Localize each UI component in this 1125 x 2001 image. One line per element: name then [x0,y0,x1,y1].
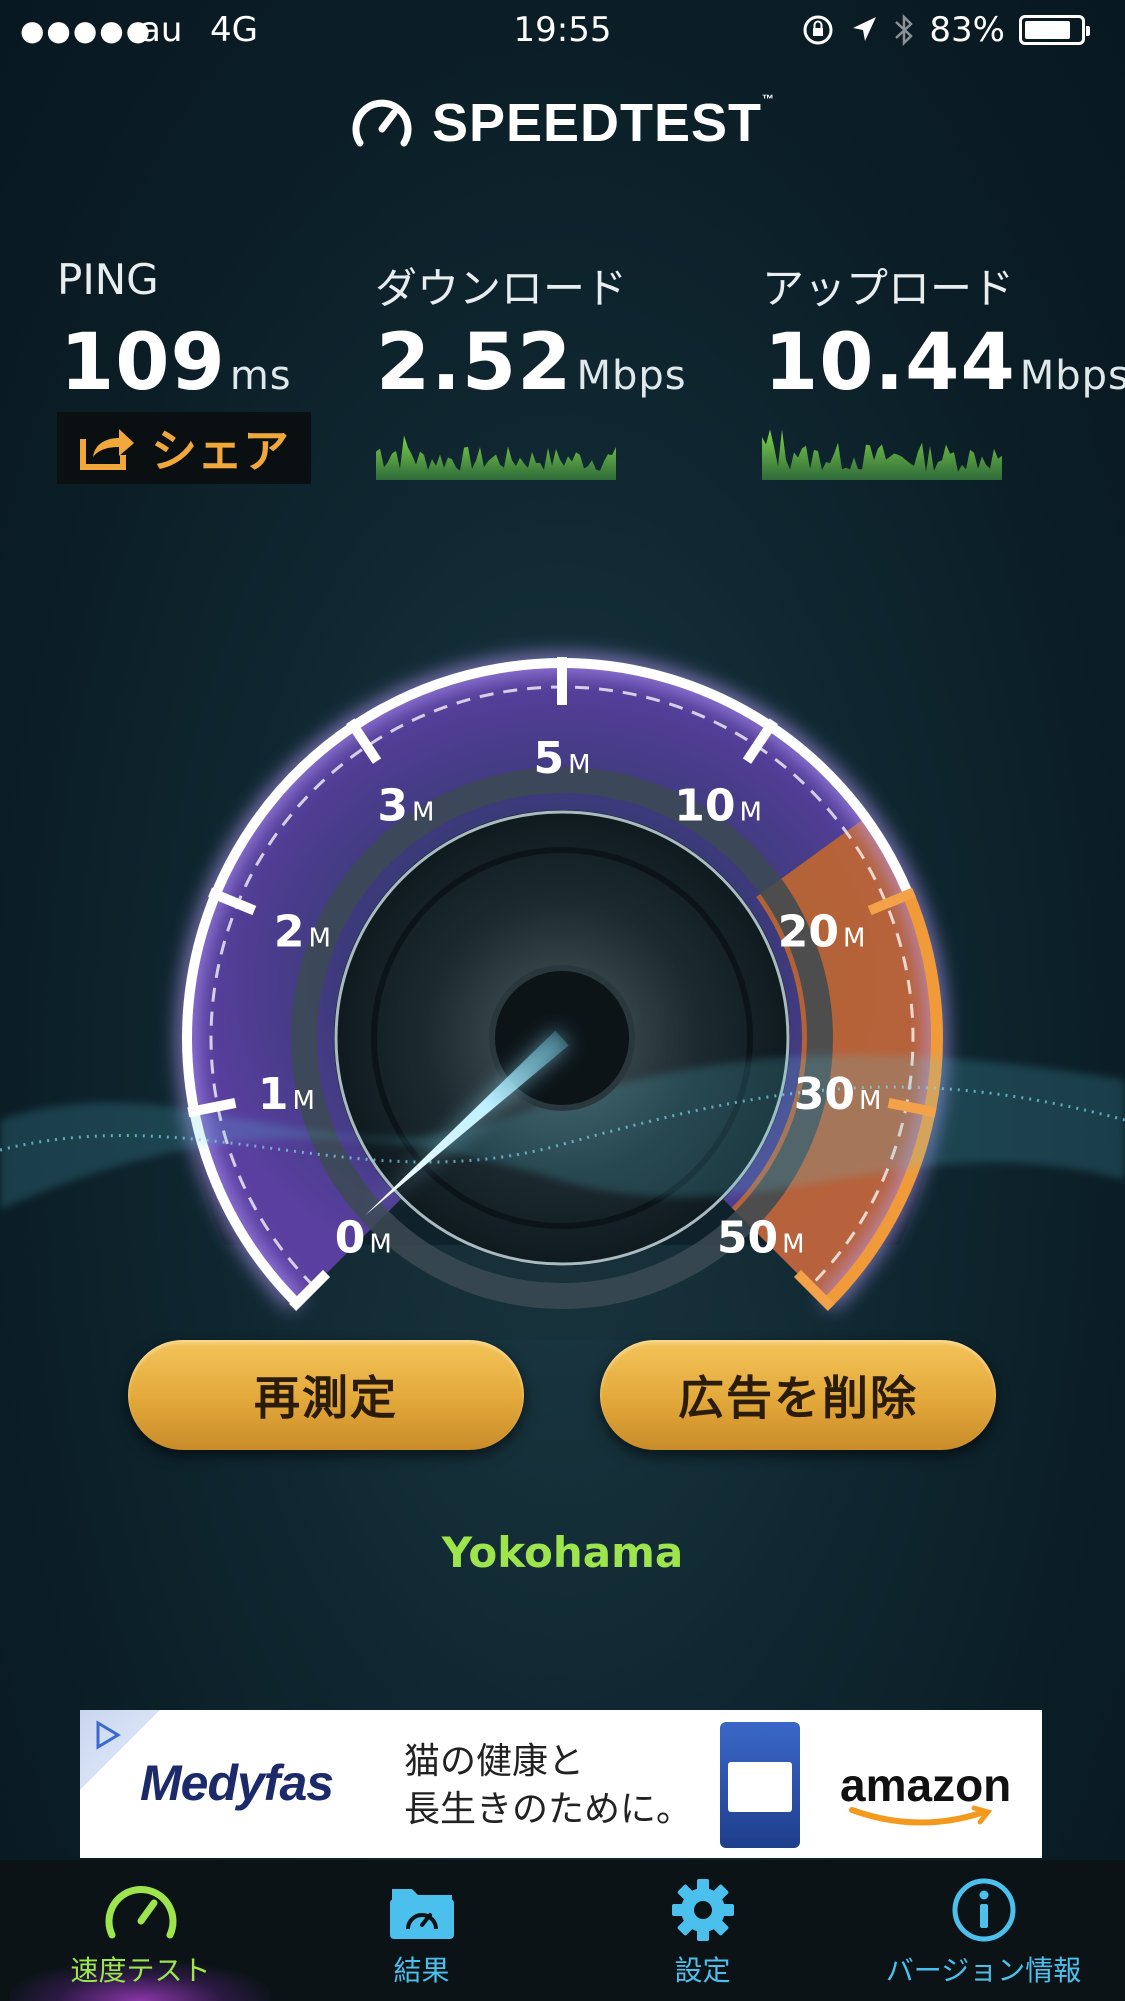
upload-unit: Mbps [1019,353,1125,399]
ad-copy: 猫の健康と 長生きのために。 [404,1738,692,1834]
location-arrow-icon [853,17,877,41]
download-sparkline [376,435,616,480]
ad-copy-line1: 猫の健康と [404,1741,585,1782]
speedometer-icon [105,1885,176,1939]
download-unit: Mbps [576,353,687,399]
download-label: ダウンロード [375,264,628,313]
amazon-smile-icon [849,1805,993,1826]
share-icon [80,429,134,470]
ad-merchant-logo: amazon [840,1758,1011,1826]
share-button[interactable]: シェア [57,412,311,484]
speed-gauge: 0 M1 M2 M3 M5 M10 M20 M30 M50 M [0,638,1125,1340]
battery-level [1025,21,1070,39]
tab-label: 結果 [393,1954,450,1987]
ad-product-label [728,1762,792,1812]
bluetooth-icon [895,13,914,47]
gear-icon [671,1879,734,1941]
ad-brand-logo: Medyfas [140,1755,334,1811]
tab-settings[interactable]: 設定 [562,1860,843,2001]
speedtest-logo-icon [352,99,412,147]
tab-bar: 速度テスト 結果 設定 バージョン情報 [0,1860,1125,2001]
ad-banner[interactable]: Medyfas 猫の健康と 長生きのために。 amazon [80,1710,1042,1858]
ping-value: 109 ms [60,318,292,408]
battery-icon [1019,15,1090,45]
tab-results[interactable]: 結果 [281,1860,562,2001]
remove-ads-button[interactable]: 広告を削除 [600,1340,996,1450]
tab-label: 速度テスト [70,1954,211,1987]
ping-unit: ms [229,353,292,399]
battery-percent: 83% [929,10,1005,50]
info-icon [952,1878,1015,1942]
tab-label: バージョン情報 [885,1954,1082,1987]
status-icons: 83% [801,10,1090,50]
status-bar: ●●●●● au 4G 19:55 83% [0,0,1125,62]
app-title: SPEEDTEST™ [431,92,776,153]
ad-play-icon [96,1720,121,1750]
upload-sparkline [762,429,1002,480]
upload-label: アップロード [762,264,1015,313]
tab-speed-test[interactable]: 速度テスト [0,1860,281,2001]
results-folder-icon [389,1889,454,1939]
tab-label: 設定 [674,1954,731,1987]
tab-about[interactable]: バージョン情報 [843,1860,1124,2001]
share-label: シェア [151,424,289,478]
ad-product-image [720,1722,800,1848]
server-location: Yokohama [441,1528,684,1577]
ping-label: PING [57,255,159,304]
ad-copy-line2: 長生きのために。 [404,1789,693,1830]
retest-button[interactable]: 再測定 [128,1340,524,1450]
rotation-lock-icon [803,15,833,45]
app-header: SPEEDTEST™ [0,92,1125,154]
download-value: 2.52 Mbps [376,318,687,408]
upload-value: 10.44 Mbps [764,318,1125,408]
